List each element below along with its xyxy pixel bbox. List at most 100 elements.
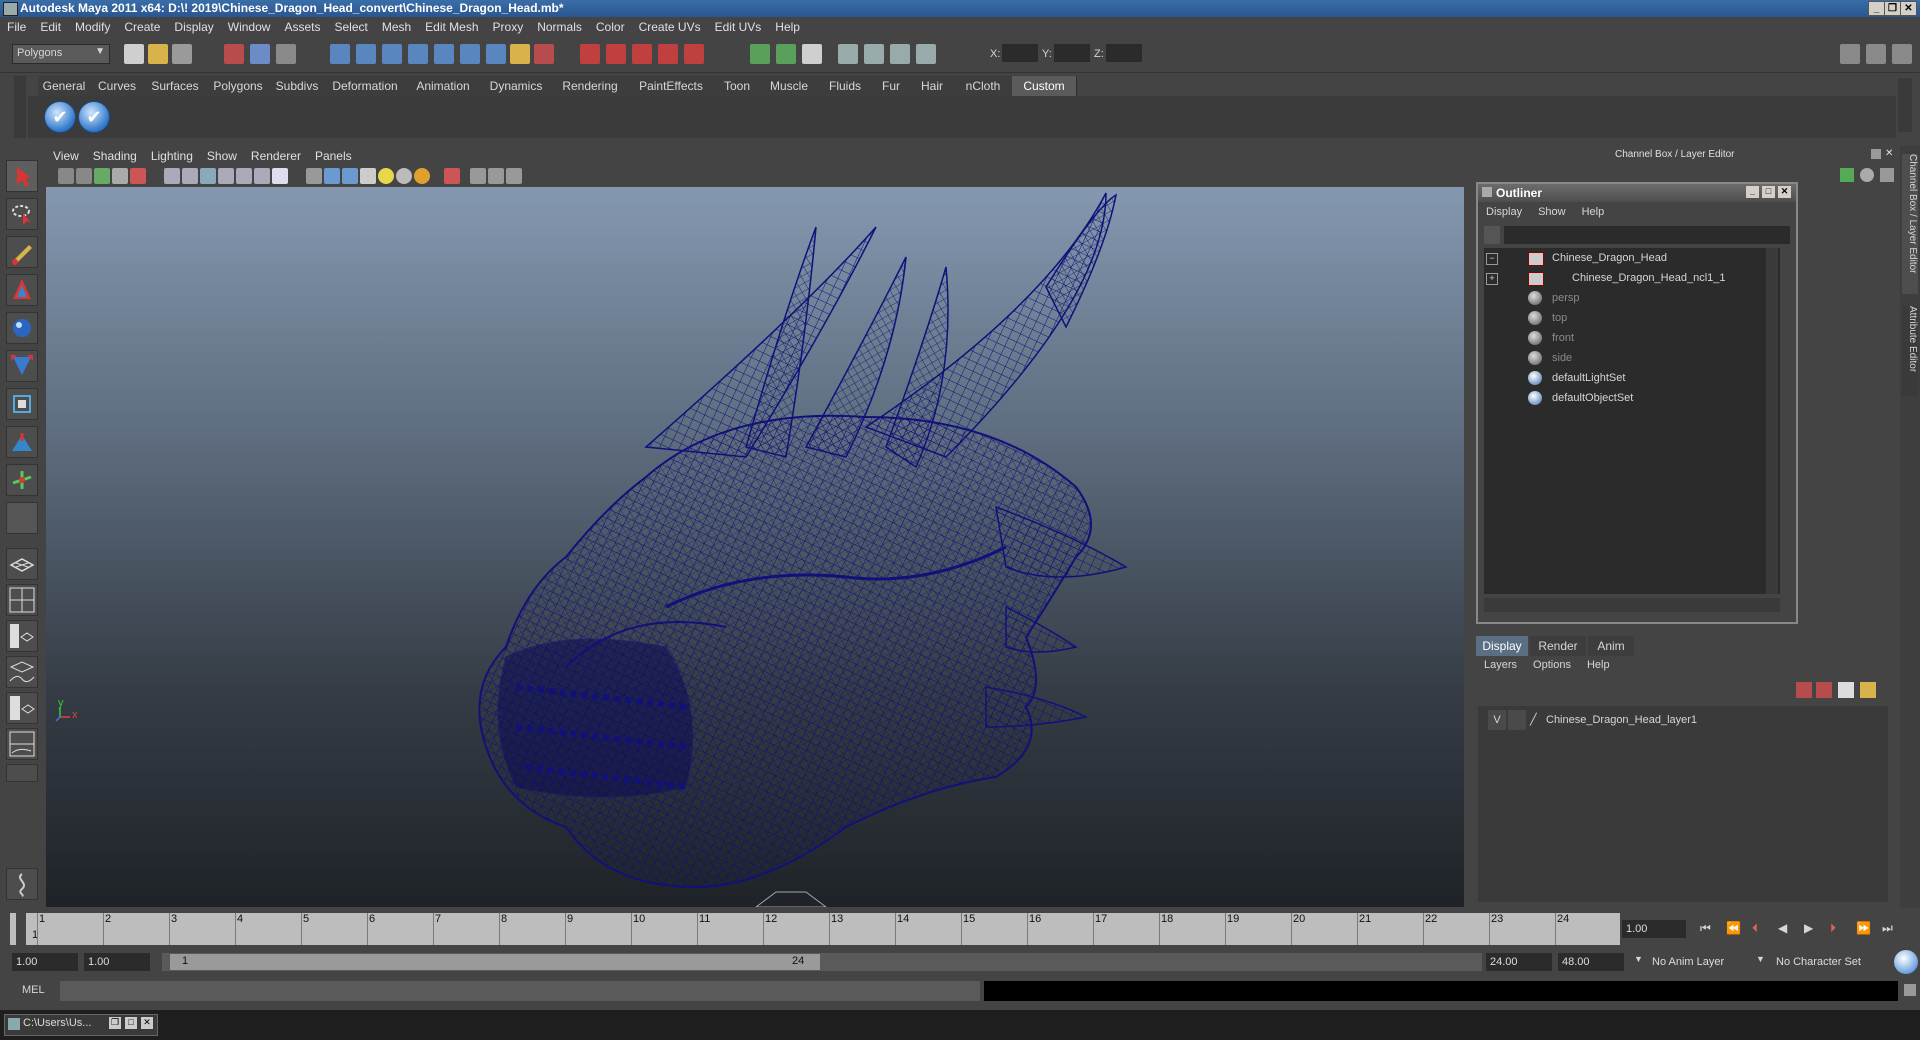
viewport-menu-renderer[interactable]: Renderer (244, 146, 308, 163)
create-empty-layer-icon[interactable] (1838, 682, 1854, 698)
shelf-tab-toon[interactable]: Toon (714, 76, 761, 96)
snap-surface-icon[interactable] (434, 44, 454, 64)
perspective-viewport[interactable]: y x (46, 187, 1464, 907)
io-icon[interactable] (534, 44, 554, 64)
single-perspective-layout-icon[interactable] (6, 548, 38, 580)
chevron-down-icon[interactable]: ▼ (1634, 954, 1643, 964)
universal-manipulator-icon[interactable] (6, 388, 38, 420)
snap-live-icon[interactable] (460, 44, 480, 64)
panel-layout-icon[interactable] (1840, 44, 1860, 64)
shadows-icon[interactable] (396, 168, 412, 184)
close-icon[interactable]: ✕ (1900, 1, 1917, 16)
bookmark-icon[interactable] (112, 168, 128, 184)
step-back-frame-icon[interactable]: ⏴ (1752, 921, 1758, 936)
menu-modify[interactable]: Modify (68, 18, 117, 34)
taskbar-restore-icon[interactable]: ❐ (109, 1017, 121, 1029)
hypershade-icon[interactable] (684, 44, 704, 64)
menu-select[interactable]: Select (327, 18, 374, 34)
film-gate-icon[interactable] (182, 168, 198, 184)
shelf-tab-surfaces[interactable]: Surfaces (144, 76, 207, 96)
anim-layer-selector[interactable]: No Anim Layer (1648, 953, 1752, 971)
menu-edit-mesh[interactable]: Edit Mesh (418, 18, 485, 34)
field-chart-icon[interactable] (236, 168, 252, 184)
script-editor-icon[interactable] (1904, 984, 1916, 996)
layer-menu-layers[interactable]: Layers (1476, 656, 1525, 671)
mel-script-icon[interactable] (6, 868, 38, 900)
outliner-close-icon[interactable]: ✕ (1778, 186, 1791, 198)
outliner-filter-field[interactable] (1504, 226, 1790, 244)
menu-edit[interactable]: Edit (33, 18, 68, 34)
paint-select-tool-icon[interactable] (6, 236, 38, 268)
current-time-field[interactable]: 1.00 (1622, 920, 1686, 938)
shelf-tab-hair[interactable]: Hair (910, 76, 955, 96)
gate-mask-icon[interactable] (218, 168, 234, 184)
outliner-minimize-icon[interactable]: _ (1746, 186, 1759, 198)
step-forward-key-icon[interactable]: ⏩ (1856, 921, 1871, 935)
start-time-field[interactable]: 1.00 (12, 953, 78, 971)
command-language-label[interactable]: MEL (22, 984, 45, 996)
menu-file[interactable]: File (0, 18, 33, 34)
open-scene-icon[interactable] (148, 44, 168, 64)
outliner-item[interactable]: top (1484, 308, 1774, 328)
select-hierarchy-icon[interactable] (224, 44, 244, 64)
smooth-shade-icon[interactable] (324, 168, 340, 184)
layout-more-icon[interactable] (6, 764, 38, 782)
ipr-render-icon[interactable] (606, 44, 626, 64)
step-forward-frame-icon[interactable]: ⏵ (1830, 921, 1836, 936)
lock-camera-icon[interactable] (76, 168, 92, 184)
high-quality-icon[interactable] (414, 168, 430, 184)
shelf-tab-rendering[interactable]: Rendering (552, 76, 629, 96)
current-time-indicator[interactable] (16, 913, 26, 945)
playback-start-field[interactable]: 1.00 (84, 953, 150, 971)
side-tab-channel-box[interactable]: Channel Box / Layer Editor (1902, 154, 1918, 294)
layer-type-toggle[interactable] (1508, 710, 1526, 730)
input-ops-icon[interactable] (750, 44, 770, 64)
show-manipulator-icon[interactable] (6, 464, 38, 496)
outliner-item[interactable]: + Chinese_Dragon_Head_ncl1_1 (1484, 268, 1774, 288)
select-object-icon[interactable] (250, 44, 270, 64)
step-back-key-icon[interactable]: ⏪ (1726, 921, 1741, 935)
shelf-tab-fur[interactable]: Fur (872, 76, 911, 96)
expand-icon[interactable]: + (1486, 273, 1498, 285)
snap-curve-icon[interactable] (356, 44, 376, 64)
snap-point-icon[interactable] (382, 44, 402, 64)
shelf-tab-subdivs[interactable]: Subdivs (270, 76, 325, 96)
float-panel-icon[interactable] (1871, 149, 1881, 159)
go-to-start-icon[interactable]: ⏮ (1700, 921, 1711, 936)
select-tool-icon[interactable] (6, 160, 38, 192)
create-layer-from-selected-icon[interactable] (1860, 682, 1876, 698)
viewport-menu-shading[interactable]: Shading (86, 146, 144, 163)
outliner-item[interactable]: − Chinese_Dragon_Head (1484, 248, 1774, 268)
layer-editor-icon[interactable] (1860, 168, 1874, 182)
menu-assets[interactable]: Assets (277, 18, 327, 34)
move-layer-up-icon[interactable] (1796, 682, 1812, 698)
image-plane-icon[interactable] (130, 168, 146, 184)
channel-box-icon[interactable] (1840, 168, 1854, 182)
move-layer-down-icon[interactable] (1816, 682, 1832, 698)
snap-help-icon[interactable] (486, 44, 506, 64)
menu-display[interactable]: Display (167, 18, 220, 34)
show-hide-channel-box-icon[interactable] (890, 44, 910, 64)
chevron-down-icon[interactable]: ▼ (1756, 954, 1765, 964)
taskbar-maximize-icon[interactable]: □ (125, 1017, 137, 1029)
viewport-menu-view[interactable]: View (46, 146, 86, 163)
render-current-icon[interactable] (580, 44, 600, 64)
persp-graph-layout-icon[interactable] (6, 656, 38, 688)
taskbar-item[interactable]: C:\Users\Us... ❐ □ ✕ (4, 1014, 158, 1036)
outliner-menu-show[interactable]: Show (1530, 204, 1574, 218)
outliner-item[interactable]: side (1484, 348, 1774, 368)
shelf-tab-deformation[interactable]: Deformation (324, 76, 407, 96)
menu-color[interactable]: Color (589, 18, 632, 34)
wireframe-icon[interactable] (306, 168, 322, 184)
menu-create-uvs[interactable]: Create UVs (632, 18, 708, 34)
help-line-icon[interactable] (1894, 950, 1918, 974)
side-tab-attribute-editor[interactable]: Attribute Editor (1902, 306, 1918, 396)
xray-joints-icon[interactable] (488, 168, 504, 184)
render-settings-icon[interactable] (632, 44, 652, 64)
safe-title-icon[interactable] (272, 168, 288, 184)
shelf-tab-painteffects[interactable]: PaintEffects (628, 76, 715, 96)
play-forward-icon[interactable]: ▶ (1804, 921, 1813, 935)
mode-selector[interactable]: Polygons ▼ (12, 44, 110, 64)
shelf-tab-dynamics[interactable]: Dynamics (480, 76, 553, 96)
lasso-tool-icon[interactable] (6, 198, 38, 230)
